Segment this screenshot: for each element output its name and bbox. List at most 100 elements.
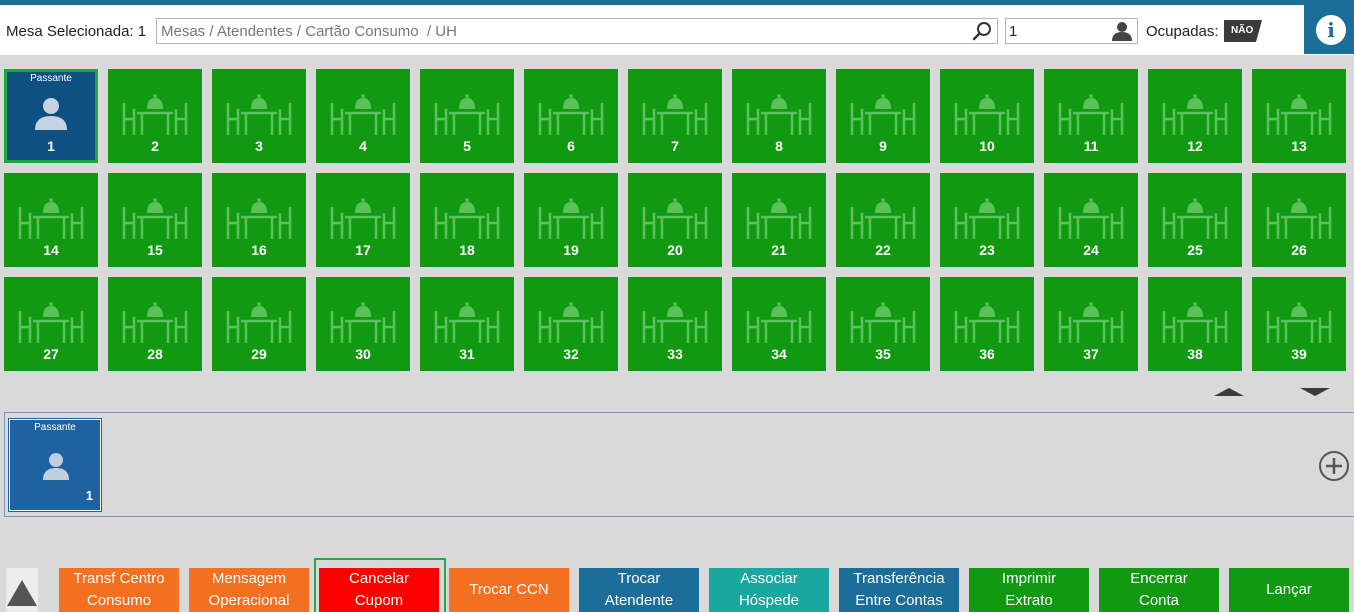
dining-table-icon (642, 94, 708, 135)
table-number: 21 (771, 242, 787, 258)
dining-table-icon (1266, 94, 1332, 135)
dining-table-icon (954, 198, 1020, 239)
dining-table-icon (330, 302, 396, 343)
add-account-icon[interactable] (1318, 450, 1350, 482)
button-label-line1: Associar (740, 570, 798, 587)
table-tile[interactable]: 25 (1148, 173, 1242, 267)
table-tile[interactable]: Passante 1 (4, 69, 98, 163)
button-label-line2: Atendente (604, 592, 674, 609)
attendant-input[interactable] (1006, 19, 1106, 43)
button-label-line1: Mensagem (211, 570, 287, 587)
button-label-line1: Transferência (853, 570, 945, 587)
table-number: 6 (567, 138, 575, 154)
table-tile[interactable]: 32 (524, 277, 618, 371)
table-tile[interactable]: 16 (212, 173, 306, 267)
dining-table-icon (746, 302, 812, 343)
button-label-line2: Consumo (86, 592, 152, 609)
table-tile[interactable]: 23 (940, 173, 1034, 267)
table-tile[interactable]: 20 (628, 173, 722, 267)
table-number: 11 (1083, 138, 1099, 154)
table-tile[interactable]: 34 (732, 277, 826, 371)
trocar-atendente-button[interactable]: Trocar Atendente (579, 568, 699, 612)
table-tile[interactable]: 17 (316, 173, 410, 267)
table-tile[interactable]: 36 (940, 277, 1034, 371)
info-button[interactable]: i (1304, 5, 1354, 54)
table-tile[interactable]: 6 (524, 69, 618, 163)
table-tile[interactable]: 27 (4, 277, 98, 371)
table-tile[interactable]: 35 (836, 277, 930, 371)
imprimir-extrato-button[interactable]: Imprimir Extrato (969, 568, 1089, 612)
account-card[interactable]: Passante 1 (8, 418, 102, 512)
table-number: 37 (1083, 346, 1099, 362)
table-tile[interactable]: 18 (420, 173, 514, 267)
table-tile[interactable]: 7 (628, 69, 722, 163)
table-number: 7 (671, 138, 679, 154)
table-tile[interactable]: 29 (212, 277, 306, 371)
table-tile[interactable]: 3 (212, 69, 306, 163)
table-tile[interactable]: 37 (1044, 277, 1138, 371)
table-tile[interactable]: 12 (1148, 69, 1242, 163)
table-tile[interactable]: 33 (628, 277, 722, 371)
table-number: 22 (875, 242, 891, 258)
table-tile[interactable]: 24 (1044, 173, 1138, 267)
dining-table-icon (538, 302, 604, 343)
dining-table-icon (226, 94, 292, 135)
dining-table-icon (18, 198, 84, 239)
dining-table-icon (1162, 198, 1228, 239)
table-number: 20 (667, 242, 683, 258)
table-tile[interactable]: 8 (732, 69, 826, 163)
search-input[interactable] (157, 19, 967, 43)
search-box[interactable] (156, 18, 998, 44)
table-tile[interactable]: 15 (108, 173, 202, 267)
occupied-label: Ocupadas: (1146, 23, 1219, 40)
mensagem-operacional-button[interactable]: Mensagem Operacional (189, 568, 309, 612)
dining-table-icon (850, 198, 916, 239)
attendant-box[interactable] (1005, 18, 1138, 44)
dining-table-icon (642, 198, 708, 239)
table-badge: Passante (30, 73, 72, 84)
search-icon[interactable] (971, 21, 993, 41)
table-number: 8 (775, 138, 783, 154)
table-tile[interactable]: 19 (524, 173, 618, 267)
table-tile[interactable]: 21 (732, 173, 826, 267)
table-number: 2 (151, 138, 159, 154)
table-tile[interactable]: 14 (4, 173, 98, 267)
table-tile[interactable]: 31 (420, 277, 514, 371)
trocar-ccn-button[interactable]: Trocar CCN (449, 568, 569, 612)
table-tile[interactable]: 28 (108, 277, 202, 371)
table-tile[interactable]: 4 (316, 69, 410, 163)
transf-centro-consumo-button[interactable]: Transf Centro Consumo (59, 568, 179, 612)
table-number: 17 (355, 242, 371, 258)
table-tile[interactable]: 30 (316, 277, 410, 371)
dining-table-icon (1058, 302, 1124, 343)
table-number: 34 (771, 346, 787, 362)
table-number: 14 (43, 242, 59, 258)
table-number: 4 (359, 138, 367, 154)
page-up-arrow-icon[interactable] (1214, 388, 1244, 396)
table-tile[interactable]: 9 (836, 69, 930, 163)
dining-table-icon (642, 302, 708, 343)
transferencia-entre-contas-button[interactable]: Transferência Entre Contas (839, 568, 959, 612)
table-tile[interactable]: 2 (108, 69, 202, 163)
table-tile[interactable]: 10 (940, 69, 1034, 163)
button-label-line2: Entre Contas (855, 592, 943, 609)
table-tile[interactable]: 26 (1252, 173, 1346, 267)
person-icon[interactable] (1111, 21, 1133, 41)
info-icon: i (1316, 15, 1346, 45)
associar-hospede-button[interactable]: Associar Hóspede (709, 568, 829, 612)
table-tile[interactable]: 13 (1252, 69, 1346, 163)
table-tile[interactable]: 38 (1148, 277, 1242, 371)
selected-table-label: Mesa Selecionada: 1 (6, 23, 147, 40)
table-tile[interactable]: 39 (1252, 277, 1346, 371)
page-down-arrow-icon[interactable] (1300, 388, 1330, 396)
table-tile[interactable]: 5 (420, 69, 514, 163)
table-tile[interactable]: 22 (836, 173, 930, 267)
table-number: 25 (1187, 242, 1203, 258)
table-tile[interactable]: 11 (1044, 69, 1138, 163)
toolbar-scroll-up-button[interactable] (6, 568, 38, 612)
occupied-toggle[interactable] (1224, 20, 1262, 42)
encerrar-conta-button[interactable]: Encerrar Conta (1099, 568, 1219, 612)
lancar-button[interactable]: Lançar (1229, 568, 1349, 612)
table-number: 33 (667, 346, 683, 362)
table-number: 19 (563, 242, 579, 258)
